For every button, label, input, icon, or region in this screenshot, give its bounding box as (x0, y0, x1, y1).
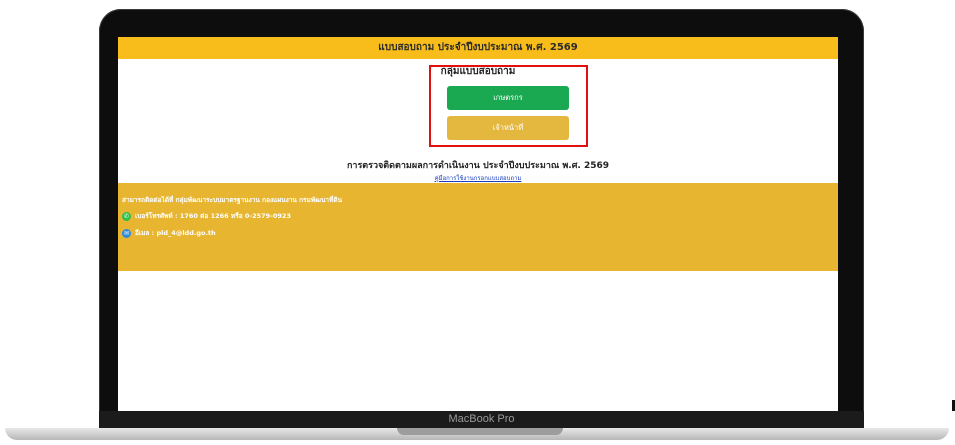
mail-icon: ✉ (122, 228, 131, 238)
highlight-annotation-box (429, 65, 588, 147)
model-label: MacBook Pro (448, 413, 515, 425)
page-title-bar: แบบสอบถาม ประจำปีงบประมาณ พ.ศ. 2569 (118, 37, 838, 59)
contact-phone: เบอร์โทรศัพท์ : 1760 ต่อ 1266 หรือ 0-257… (135, 212, 291, 220)
contact-email: อีเมล : pld_4@ldd.go.th (135, 229, 216, 237)
manual-link[interactable]: คู่มือการใช้งานกรอกแบบสอบถาม (118, 173, 838, 183)
contact-phone-row: ✆ เบอร์โทรศัพท์ : 1760 ต่อ 1266 หรือ 0-2… (122, 211, 291, 221)
monitoring-title: การตรวจติดตามผลการดำเนินงาน ประจำปีงบประ… (346, 161, 610, 171)
browser-viewport: แบบสอบถาม ประจำปีงบประมาณ พ.ศ. 2569 กลุ่… (118, 37, 838, 411)
laptop-notch (397, 428, 563, 435)
phone-icon: ✆ (122, 211, 131, 221)
laptop-chin: MacBook Pro (99, 411, 864, 429)
contact-heading: สามารถติดต่อได้ที่ กลุ่มพัฒนาระบบมาตรฐาน… (122, 196, 343, 204)
contact-panel: สามารถติดต่อได้ที่ กลุ่มพัฒนาระบบมาตรฐาน… (118, 183, 838, 271)
contact-email-row: ✉ อีเมล : pld_4@ldd.go.th (122, 228, 216, 238)
